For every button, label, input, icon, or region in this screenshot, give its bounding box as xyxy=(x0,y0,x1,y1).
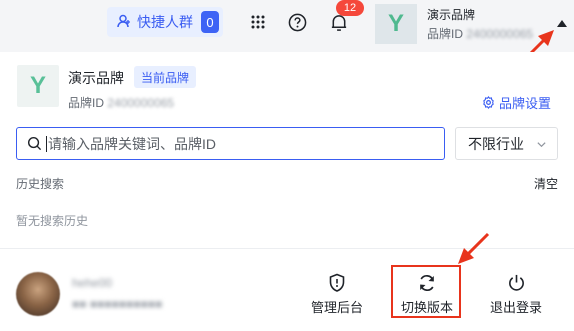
industry-select-value: 不限行业 xyxy=(468,135,524,152)
brand-id: 品牌ID 2400000065 xyxy=(68,94,174,111)
brand-search-box[interactable] xyxy=(16,127,445,160)
logout-label: 退出登录 xyxy=(489,300,542,315)
help-icon[interactable] xyxy=(286,11,308,33)
notification-count-badge: 12 xyxy=(336,0,364,16)
search-history-label: 历史搜索 xyxy=(16,177,65,191)
user-name: hehe00 xyxy=(72,276,113,290)
top-brand-name[interactable]: 演示品牌 xyxy=(427,6,475,23)
gear-icon xyxy=(483,96,494,109)
top-brand-logo[interactable]: Y xyxy=(375,4,417,44)
search-icon xyxy=(27,136,42,151)
logout-button[interactable]: 退出登录 xyxy=(481,273,551,316)
apps-grid-icon[interactable] xyxy=(247,11,269,33)
management-console-button[interactable]: 管理后台 xyxy=(302,273,372,316)
avatar xyxy=(16,272,60,316)
quick-crowd-label: 快捷人群 xyxy=(137,14,193,30)
brand-settings-label: 品牌设置 xyxy=(499,96,552,111)
top-bar: 快捷人群 0 12 Y 演示品牌 品牌ID 2400000065 xyxy=(0,0,574,52)
quick-crowd-button[interactable]: 快捷人群 0 xyxy=(107,7,223,37)
management-console-label: 管理后台 xyxy=(310,300,363,315)
power-icon xyxy=(508,274,524,291)
clear-history-button[interactable]: 清空 xyxy=(534,175,558,192)
top-brand-id-label: 品牌ID xyxy=(427,27,464,41)
brand-settings-link[interactable]: 品牌设置 xyxy=(482,93,551,112)
industry-select[interactable]: 不限行业 xyxy=(455,127,558,160)
annotation-arrow-bottom xyxy=(458,232,490,264)
annotation-highlight-box xyxy=(391,265,461,318)
brand-id-value: 2400000065 xyxy=(107,96,175,110)
current-brand-tag: 当前品牌 xyxy=(134,66,197,88)
user-meta: ■■ ■■■■■■■■■■ xyxy=(72,297,163,311)
text-cursor xyxy=(46,135,47,152)
brand-logo: Y xyxy=(17,65,59,107)
person-icon xyxy=(117,14,131,31)
quick-crowd-count-badge: 0 xyxy=(201,11,219,33)
empty-history-text: 暂无搜索历史 xyxy=(16,214,89,228)
shield-icon xyxy=(329,273,345,292)
brand-search-input[interactable] xyxy=(48,135,428,152)
chevron-down-icon xyxy=(537,142,546,148)
brand-dropdown-panel: Y 演示品牌 当前品牌 品牌ID 2400000065 品牌设置 不限行业 历史… xyxy=(0,52,574,331)
brand-id-label: 品牌ID xyxy=(68,96,105,110)
brand-name: 演示品牌 xyxy=(68,70,124,86)
